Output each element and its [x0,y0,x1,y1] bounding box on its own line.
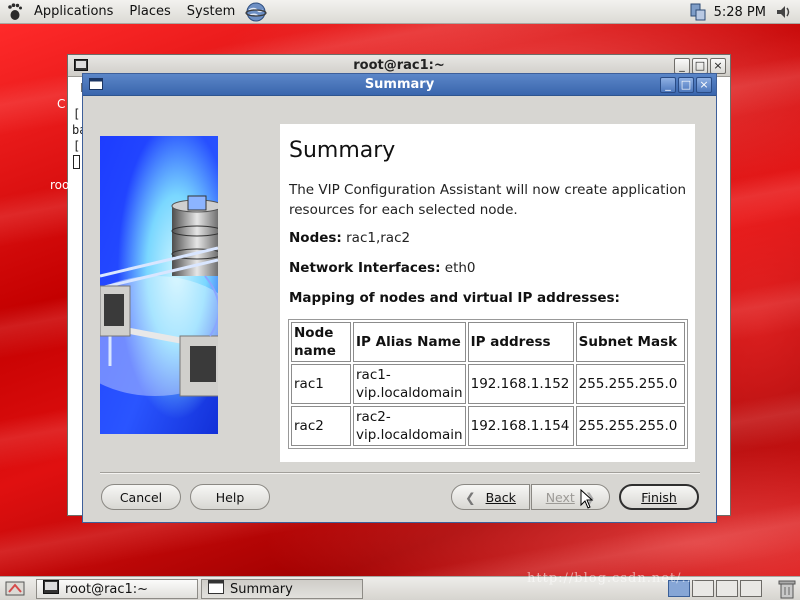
terminal-text-fragment: [ [73,107,81,121]
next-button-label: Next [545,489,575,505]
terminal-title: root@rac1:~ [353,58,445,73]
cell-ip-alias-name: rac1-vip.localdomain [353,364,466,404]
summary-content-panel: Summary The VIP Configuration Assistant … [280,124,695,462]
node-ip-mapping-table: Node name IP Alias Name IP address Subne… [288,319,688,449]
network-status-icon[interactable] [688,2,708,22]
workspace-4[interactable] [740,580,762,597]
button-separator [100,472,700,474]
column-header-ip-alias-name: IP Alias Name [353,322,466,362]
taskbar-item-terminal[interactable]: root@rac1:~ [36,579,198,599]
finish-button-label: Finish [641,489,677,505]
taskbar-item-label: root@rac1:~ [65,581,149,597]
cancel-button-label: Cancel [119,489,163,505]
next-button[interactable]: Next ❯ [531,484,610,510]
cell-subnet-mask: 255.255.255.0 [575,364,685,404]
mapping-heading: Mapping of nodes and virtual IP addresse… [289,290,620,306]
volume-icon[interactable] [774,2,794,22]
terminal-text-fragment: [ [73,139,81,153]
workspace-3[interactable] [716,580,738,597]
gnome-foot-icon[interactable] [4,1,26,23]
nodes-label: Nodes: [289,230,342,246]
cell-subnet-mask: 255.255.255.0 [575,406,685,446]
mouse-pointer-icon [580,489,594,509]
terminal-cursor [73,155,80,169]
dialog-maximize-button[interactable]: □ [678,77,694,93]
terminal-taskbar-icon [43,580,59,598]
cell-node-name: rac2 [291,406,351,446]
summary-dialog[interactable]: Summary _ □ × Summary The VIP Configurat… [82,73,717,523]
network-interfaces-line: Network Interfaces: eth0 [289,260,476,276]
system-tray: 5:28 PM [688,0,794,24]
cell-node-name: rac1 [291,364,351,404]
back-button-label: Back [485,489,516,505]
nodes-line: Nodes: rac1,rac2 [289,230,410,246]
table-row: rac1 rac1-vip.localdomain 192.168.1.152 … [291,364,685,404]
terminal-close-button[interactable]: × [710,58,726,74]
terminal-maximize-button[interactable]: □ [692,58,708,74]
applications-menu[interactable]: Applications [26,0,121,24]
taskbar-item-summary[interactable]: Summary [201,579,363,599]
help-button-label: Help [215,489,245,505]
system-menu[interactable]: System [179,0,243,24]
dialog-window-icon [89,78,103,94]
back-arrow-icon: ❮ [465,489,476,505]
summary-titlebar[interactable]: Summary _ □ × [83,74,716,96]
dialog-minimize-button[interactable]: _ [660,77,676,93]
finish-button[interactable]: Finish [619,484,699,510]
cell-ip-alias-name: rac2-vip.localdomain [353,406,466,446]
network-interfaces-value: eth0 [444,260,476,276]
help-button[interactable]: Help [190,484,270,510]
table-row: rac2 rac2-vip.localdomain 192.168.1.154 … [291,406,685,446]
cell-ip-address: 192.168.1.152 [467,364,574,404]
summary-heading: Summary [289,138,396,163]
taskbar-item-label: Summary [230,581,293,597]
watermark-text: http://blog.csdn.net/... [527,571,697,586]
dialog-close-button[interactable]: × [696,77,712,93]
nodes-value: rac1,rac2 [346,230,411,246]
trash-icon[interactable] [778,579,796,600]
clock[interactable]: 5:28 PM [714,5,766,20]
desktop-icon-label-fragment: C [57,97,66,111]
column-header-node-name: Node name [291,322,351,362]
table-header-row: Node name IP Alias Name IP address Subne… [291,322,685,362]
column-header-subnet-mask: Subnet Mask [575,322,685,362]
window-taskbar-icon [208,580,224,598]
summary-description: The VIP Configuration Assistant will now… [289,182,687,218]
desktop-icon-label-fragment: roo [50,178,70,192]
terminal-minimize-button[interactable]: _ [674,58,690,74]
top-panel: Applications Places System 5:28 PM [0,0,800,24]
column-header-ip-address: IP address [467,322,574,362]
places-menu[interactable]: Places [121,0,178,24]
cancel-button[interactable]: Cancel [101,484,181,510]
dialog-title: Summary [364,77,435,92]
cell-ip-address: 192.168.1.154 [467,406,574,446]
network-illustration [100,136,218,434]
web-browser-launcher-icon[interactable] [245,1,267,23]
network-interfaces-label: Network Interfaces: [289,260,441,276]
show-desktop-icon[interactable] [5,580,25,600]
back-button[interactable]: ❮ Back [451,484,530,510]
